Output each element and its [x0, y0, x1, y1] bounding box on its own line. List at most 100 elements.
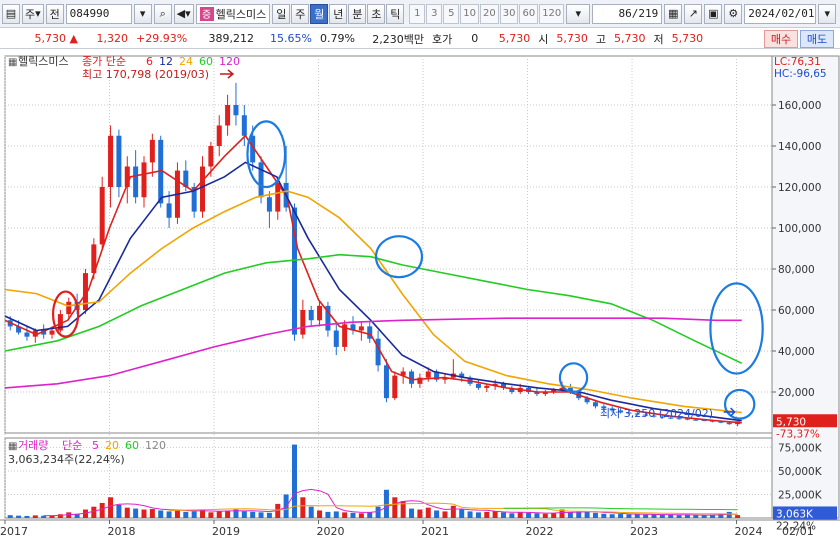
volume-bar: [141, 509, 147, 518]
minute-tab-7[interactable]: 120: [539, 3, 565, 24]
period-tab-0[interactable]: 일: [272, 3, 291, 24]
volume-bar: [492, 511, 498, 518]
count-input[interactable]: 86/219: [592, 3, 663, 24]
last-volume-pct-tag: 22,24%: [776, 520, 816, 532]
minute-tab-1[interactable]: 3: [426, 3, 443, 24]
candle-body: [141, 162, 147, 198]
minute-tab-0[interactable]: 1: [409, 3, 426, 24]
chart-window-icon[interactable]: ▤: [2, 3, 20, 24]
volume-bar: [24, 515, 30, 518]
volume-bar: [634, 514, 640, 518]
low-label: 저: [653, 32, 664, 46]
volume-bar: [643, 514, 649, 518]
volume-bar: [735, 515, 741, 518]
price-legend-ma-120: 120: [219, 55, 240, 68]
volume-bar: [534, 513, 540, 518]
candle-body: [116, 135, 122, 187]
price-legend-ma-6: 6: [146, 55, 153, 68]
volume-bar: [467, 511, 473, 518]
current-price: 5,730 ▲: [0, 32, 82, 45]
grid-icon[interactable]: ▦: [664, 3, 683, 24]
price-legend-indicator: 종가 단순: [82, 55, 126, 68]
candle-body: [383, 365, 389, 399]
volume-bar: [417, 509, 423, 518]
period-tab-1[interactable]: 주: [291, 3, 310, 24]
candle-body: [208, 146, 214, 167]
code-input[interactable]: 084990: [65, 3, 132, 24]
buy-button[interactable]: 매수: [764, 30, 798, 48]
minute-tab-2[interactable]: 5: [443, 3, 460, 24]
toolbar: ▤ 주 ▾ 전 084990 ▾ ⌕ ◀▾ 증 헬릭스미스 일주월년분초틱 135…: [0, 0, 840, 28]
candle-body: [108, 135, 114, 187]
last-volume-tag: 3,063K: [776, 508, 814, 520]
period-tab-5[interactable]: 초: [367, 3, 386, 24]
volume-bar: [434, 510, 440, 518]
price-volume-chart[interactable]: 20,000 40,000 60,000 80,000 100,000 120,000 14…: [0, 50, 840, 541]
candle-body: [149, 139, 155, 163]
search-icon[interactable]: ⌕: [153, 3, 172, 24]
open-value: 5,730: [556, 32, 588, 45]
minute-tab-3[interactable]: 10: [460, 3, 479, 24]
volume-bar: [676, 515, 682, 518]
volume-tick-label: 75,000K: [778, 442, 823, 454]
hoga-value: 0: [471, 32, 479, 45]
volume-bar: [32, 515, 38, 518]
minute-tab-5[interactable]: 30: [499, 3, 519, 24]
volume-bar: [475, 512, 481, 518]
volume-bar: [626, 514, 632, 518]
candle-body: [200, 166, 206, 212]
hoga-label: 호가: [432, 32, 453, 46]
candle-body: [726, 422, 732, 425]
trend-tool-icon[interactable]: ↗: [684, 3, 703, 24]
sell-button[interactable]: 매도: [800, 30, 834, 48]
x-tick-label: 2024: [735, 525, 763, 538]
hc-label: HC:-96,65: [774, 68, 827, 80]
settings-gear-icon[interactable]: ⚙: [724, 3, 743, 24]
volume-bar: [659, 514, 665, 518]
period-tab-2[interactable]: 월: [310, 3, 329, 24]
type-select[interactable]: 주 ▾: [22, 3, 44, 24]
volume-bar: [517, 512, 523, 518]
minute-tab-6[interactable]: 60: [519, 3, 539, 24]
candle-body: [66, 301, 72, 315]
volume-bar: [16, 515, 22, 518]
volume-bar: [500, 512, 506, 518]
volume-bar: [367, 512, 373, 518]
volume-bar: [551, 513, 557, 518]
code-dropdown-icon[interactable]: ▾: [133, 3, 152, 24]
volume-legend-label: 거래량: [18, 439, 48, 452]
calendar-dropdown-icon[interactable]: ▾: [818, 3, 837, 24]
current-price-value: 5,730: [34, 32, 67, 45]
volume-bar: [601, 513, 607, 518]
candle-body: [99, 187, 105, 245]
x-tick-label: 2017: [0, 525, 28, 538]
change-value: 1,320: [96, 32, 129, 45]
sound-icon[interactable]: ◀▾: [173, 3, 194, 24]
candle-body: [166, 203, 172, 218]
volume-bar: [333, 511, 339, 518]
prev-button[interactable]: 전: [45, 3, 64, 24]
low-value: 5,730: [671, 32, 704, 45]
high-value: 5,730: [614, 32, 646, 45]
period-tab-4[interactable]: 분: [348, 3, 367, 24]
volume-bar: [651, 514, 657, 518]
volume-bar: [383, 489, 389, 518]
date-input[interactable]: 2024/02/01: [744, 3, 817, 24]
volume-bar: [609, 514, 615, 518]
minute-dropdown-icon[interactable]: ▾: [566, 3, 591, 24]
period-tab-6[interactable]: 틱: [386, 3, 405, 24]
candle-body: [233, 105, 239, 116]
candle-body: [216, 125, 222, 146]
candle-body: [49, 330, 55, 335]
stock-name-box[interactable]: 증 헬릭스미스: [195, 3, 271, 24]
turnover-pct: 15.65%: [270, 32, 312, 45]
volume-bar: [258, 512, 264, 518]
y-tick-label: 40,000: [778, 346, 815, 358]
candle-body: [225, 105, 231, 126]
volume-bar: [668, 514, 674, 518]
y-tick-label: 160,000: [778, 100, 821, 112]
volume-bar: [358, 513, 364, 518]
period-tab-3[interactable]: 년: [329, 3, 348, 24]
save-icon[interactable]: ▣: [704, 3, 723, 24]
minute-tab-4[interactable]: 20: [479, 3, 499, 24]
